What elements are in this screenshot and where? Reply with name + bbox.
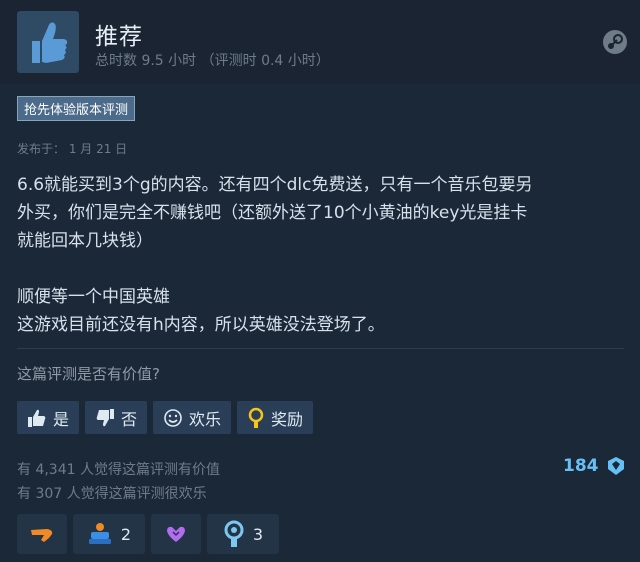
- review-line: 这游戏目前还没有h内容，所以英雄没法登场了。: [17, 315, 385, 335]
- award-medal-icon: [248, 407, 264, 428]
- vote-yes-label: 是: [53, 409, 70, 429]
- award-count: 2: [120, 524, 132, 544]
- early-access-tag: 抢先体验版本评测: [17, 96, 136, 121]
- vote-no-label: 否: [121, 409, 138, 429]
- review-line: 顺便等一个中国英雄: [17, 287, 170, 307]
- thumbs-up-icon: [17, 11, 79, 73]
- funny-count: 有 307 人觉得这篇评测很欢乐: [17, 486, 207, 502]
- award-chip[interactable]: [151, 514, 201, 554]
- review-line: 外买，你们是完全不赚钱吧（还额外送了10个小黄油的key光是挂卡: [17, 203, 528, 223]
- award-count: 3: [252, 524, 264, 544]
- vote-funny-button[interactable]: 欢乐: [153, 401, 232, 434]
- orange-hand-award-icon: [31, 529, 53, 542]
- helpful-count: 有 4,341 人觉得这篇评测有价值: [17, 462, 220, 478]
- vote-buttons: 是 否 欢乐 奖励: [17, 401, 314, 434]
- review-line: 就能回本几块钱）: [17, 231, 153, 251]
- award-total: 184: [563, 455, 627, 477]
- thumbs-down-icon: [96, 408, 115, 426]
- review-verdict: 推荐: [95, 24, 143, 50]
- vote-no-button[interactable]: 否: [85, 401, 148, 434]
- award-button[interactable]: 奖励: [237, 401, 314, 434]
- award-badge-icon: [607, 457, 624, 475]
- steam-logo-icon[interactable]: [602, 29, 628, 55]
- blue-trophy-award-icon: [88, 523, 111, 544]
- award-chip[interactable]: 3: [207, 514, 279, 554]
- vote-yes-button[interactable]: 是: [17, 401, 80, 434]
- review-stats: 有 4,341 人觉得这篇评测有价值 有 307 人觉得这篇评测很欢乐: [17, 458, 220, 506]
- awards-row: 2 3: [17, 514, 279, 554]
- award-chip[interactable]: [17, 514, 67, 554]
- review-header: 推荐 总时数 9.5 小时 （评测时 0.4 小时）: [0, 0, 640, 84]
- blue-medal-award-icon: [224, 520, 244, 547]
- award-chip[interactable]: 2: [73, 514, 145, 554]
- playtime-hours: 总时数 9.5 小时 （评测时 0.4 小时）: [95, 53, 330, 69]
- posted-date: 发布于： 1 月 21 日: [17, 142, 128, 156]
- review-body: 6.6就能买到3个g的内容。还有四个dlc免费送，只有一个音乐包要另 外买，你们…: [17, 171, 627, 339]
- thumbs-up-icon: [28, 409, 46, 427]
- award-total-value: 184: [563, 456, 599, 476]
- vote-funny-label: 欢乐: [189, 409, 222, 429]
- smiley-icon: [164, 408, 182, 427]
- divider: [17, 348, 624, 349]
- award-label: 奖励: [271, 409, 304, 429]
- purple-heart-award-icon: [167, 526, 185, 542]
- review-line: 6.6就能买到3个g的内容。还有四个dlc免费送，只有一个音乐包要另: [17, 175, 533, 195]
- helpful-question: 这篇评测是否有价值?: [17, 365, 160, 383]
